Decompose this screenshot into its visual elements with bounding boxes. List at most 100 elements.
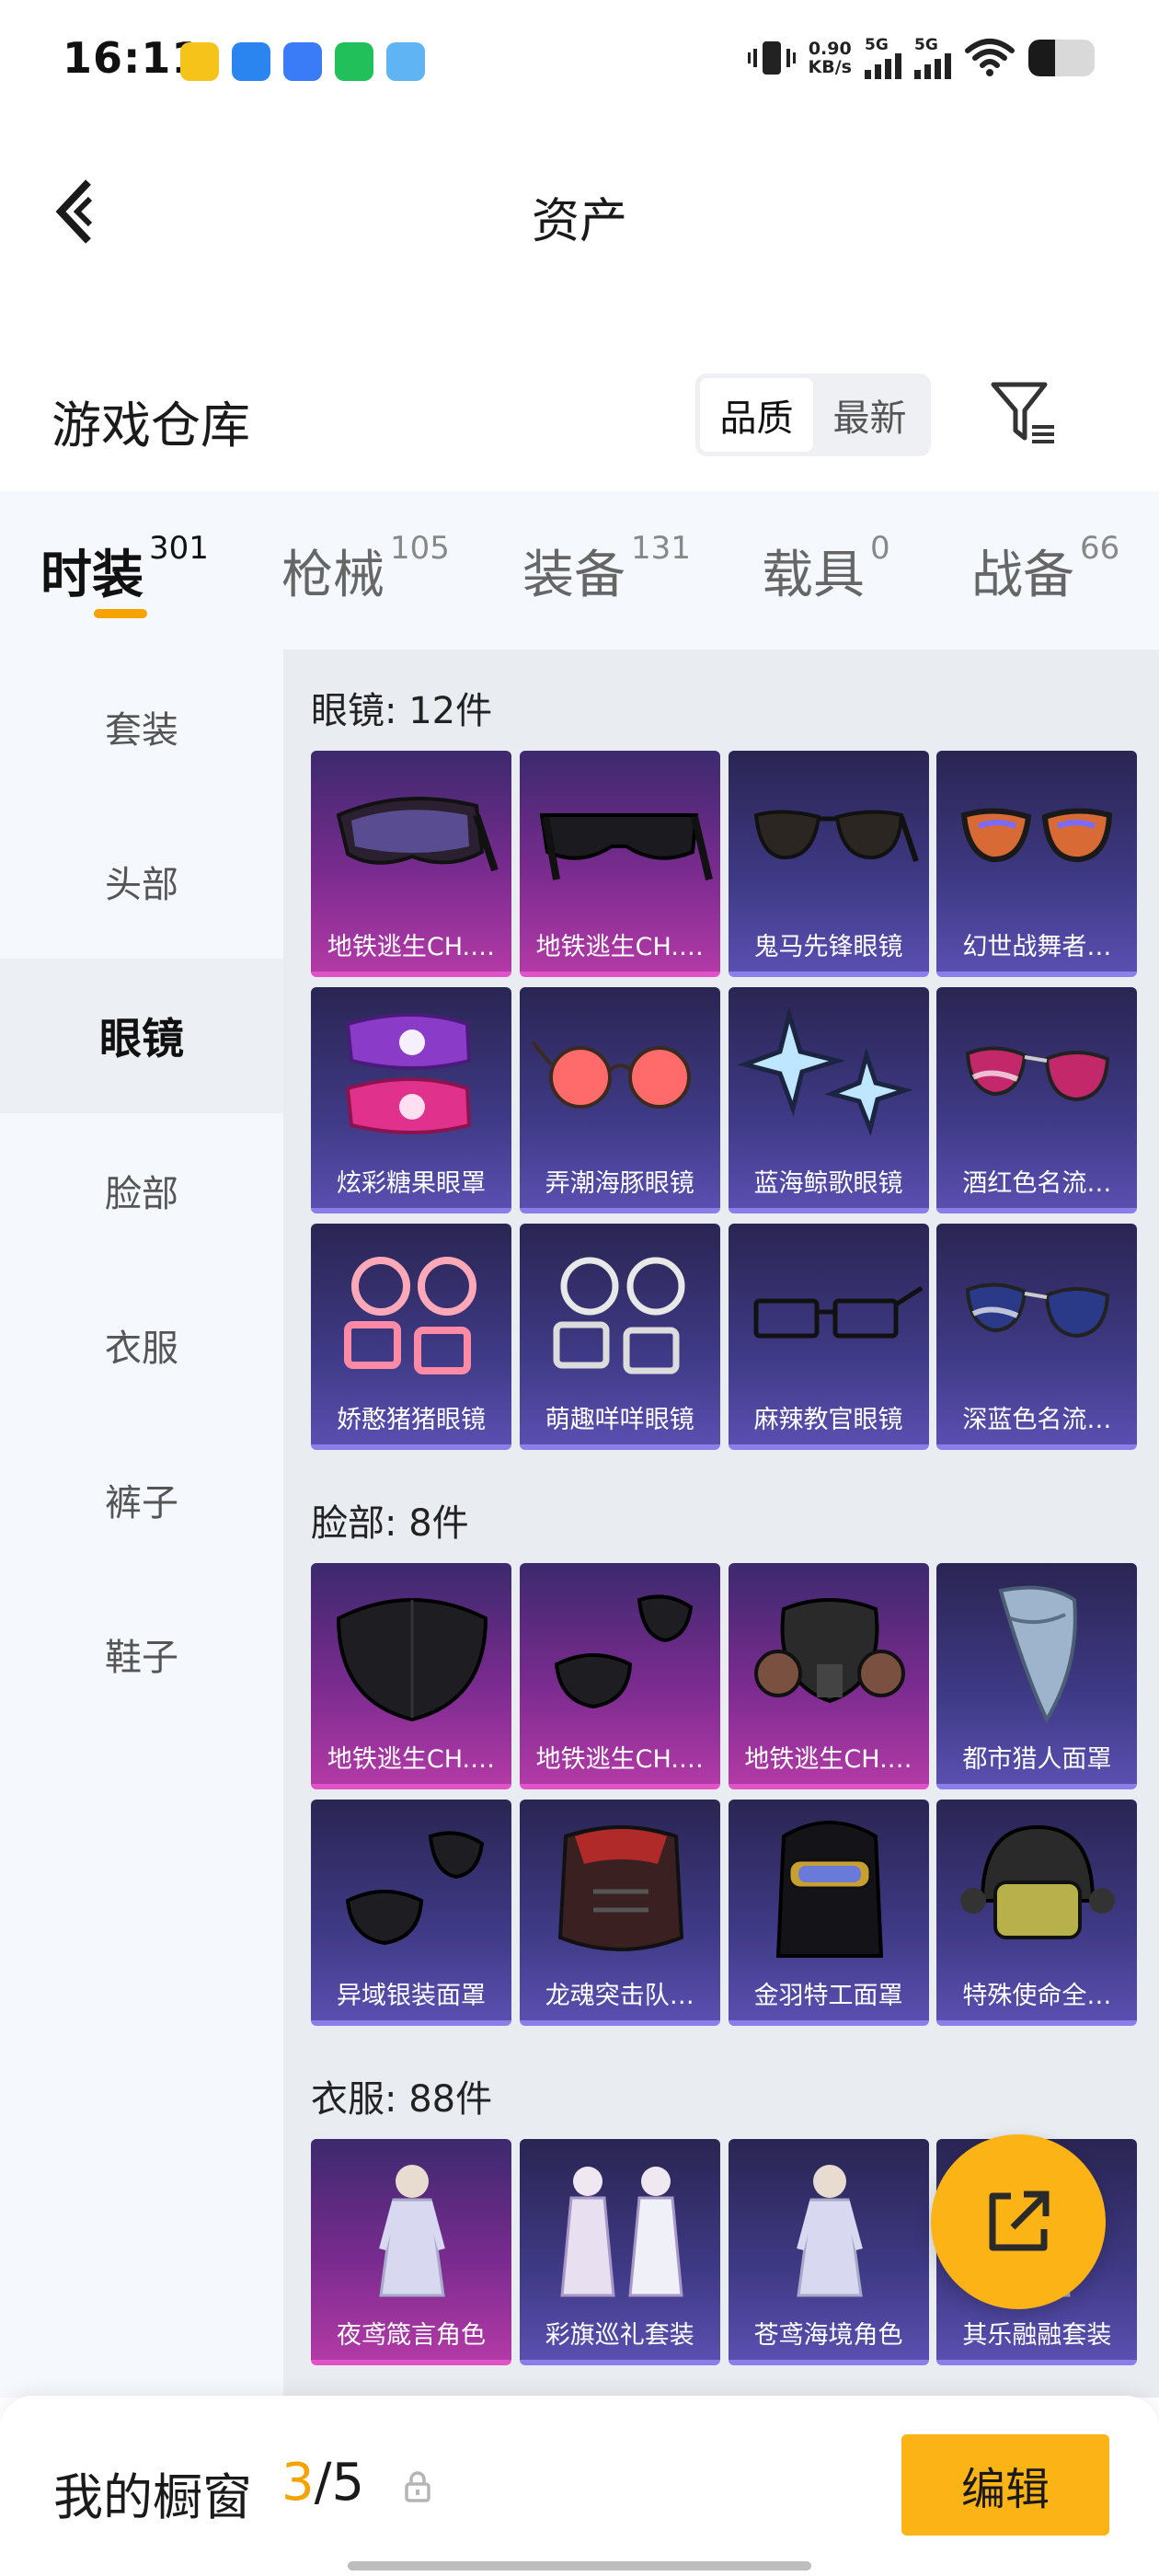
lock-icon <box>405 2471 430 2502</box>
item-card[interactable]: 蓝海鲸歌眼镜 <box>728 987 929 1213</box>
signal-bars-icon <box>914 53 951 79</box>
edit-button[interactable]: 编辑 <box>901 2434 1109 2536</box>
item-name: 酒红色名流… <box>962 1169 1112 1198</box>
item-name: 鬼马先锋眼镜 <box>753 933 903 961</box>
photo-app-icon <box>386 42 425 81</box>
item-thumbnail <box>343 1257 476 1374</box>
sort-toggle: 品质 最新 <box>695 374 931 456</box>
item-thumbnail <box>998 1585 1078 1724</box>
home-indicator <box>348 2561 811 2570</box>
item-card[interactable]: 地铁逃生CH.… <box>519 1563 720 1789</box>
item-name: 地铁逃生CH.… <box>744 1745 912 1774</box>
network-speed-value: 0.90 <box>808 39 852 59</box>
item-card[interactable]: 地铁逃生CH.… <box>519 751 720 977</box>
filter-button[interactable] <box>988 377 1061 451</box>
item-thumbnail <box>796 2165 863 2297</box>
item-name: 异域银装面罩 <box>336 1982 486 2010</box>
status-indicators: 0.90 KB/s 5G 5G <box>747 37 1095 79</box>
item-card[interactable]: 地铁逃生CH.… <box>310 751 511 977</box>
sidebar-item-head[interactable]: 头部 <box>0 804 283 959</box>
showcase-bar: 我的橱窗 3/5 编辑 <box>0 2396 1159 2576</box>
showcase-label: 我的橱窗 <box>53 2468 252 2526</box>
item-name: 其乐融融套装 <box>962 2321 1112 2350</box>
tab-equipment[interactable]: 装备 131 <box>522 530 691 608</box>
item-name: 麻辣教官眼镜 <box>753 1406 903 1434</box>
item-card[interactable]: 苍鸢海境角色 <box>728 2139 929 2365</box>
sidebar-item-shoes[interactable]: 鞋子 <box>0 1577 283 1731</box>
showcase-current: 3 <box>281 2453 315 2513</box>
item-thumbnail <box>553 1257 685 1374</box>
item-thumbnail <box>557 1825 683 1951</box>
tab-label: 载具 <box>762 546 865 605</box>
wifi-icon <box>965 39 1015 76</box>
chat-app-icon <box>283 42 322 81</box>
item-card[interactable]: 酒红色名流… <box>936 987 1138 1213</box>
item-card[interactable]: 地铁逃生CH.… <box>310 1563 511 1789</box>
item-card[interactable]: 炫彩糖果眼罩 <box>310 987 511 1213</box>
item-name: 娇憨猪猪眼镜 <box>336 1406 486 1434</box>
item-card[interactable]: 幻世战舞者… <box>936 751 1138 977</box>
item-card[interactable]: 夜鸢箴言角色 <box>310 2139 511 2365</box>
tab-count: 131 <box>631 530 691 567</box>
status-bar: 16:11 0.90 KB/s 5G 5G <box>0 0 1159 125</box>
section-title: 衣服: 88件 <box>311 2078 493 2121</box>
item-name: 龙魂突击队… <box>545 1982 694 2010</box>
sort-option-newest[interactable]: 最新 <box>813 378 926 452</box>
signal-sim1: 5G <box>865 37 901 79</box>
tab-label: 枪械 <box>281 546 384 605</box>
share-button[interactable] <box>931 2134 1106 2309</box>
item-name: 炫彩糖果眼罩 <box>336 1169 486 1198</box>
item-card[interactable]: 地铁逃生CH.… <box>728 1563 929 1789</box>
item-name: 都市猎人面罩 <box>962 1745 1112 1774</box>
item-thumbnail <box>379 2165 445 2297</box>
item-thumbnail <box>336 1598 488 1722</box>
item-card[interactable]: 萌趣咩咩眼镜 <box>519 1224 720 1450</box>
item-card[interactable]: 麻辣教官眼镜 <box>728 1224 929 1450</box>
item-thumbnail <box>539 813 713 880</box>
sidebar-item-face[interactable]: 脸部 <box>0 1113 283 1268</box>
item-card[interactable]: 弄潮海豚眼镜 <box>519 987 720 1213</box>
item-name: 地铁逃生CH.… <box>327 933 496 961</box>
status-app-icons <box>180 42 425 81</box>
sidebar-item-clothes[interactable]: 衣服 <box>0 1268 283 1422</box>
blue-app-icon <box>232 42 270 81</box>
tab-count: 0 <box>870 530 890 567</box>
item-thumbnail <box>560 2167 683 2297</box>
warehouse-title: 游戏仓库 <box>52 397 250 454</box>
item-thumbnail <box>961 808 1113 863</box>
network-speed: 0.90 KB/s <box>809 40 852 76</box>
tab-fashion[interactable]: 时装 301 <box>40 530 209 608</box>
item-name: 彩旗巡礼套装 <box>545 2321 694 2350</box>
sidebar-item-suits[interactable]: 套装 <box>0 650 283 804</box>
item-name: 深蓝色名流… <box>962 1406 1112 1434</box>
tab-supplies[interactable]: 战备 66 <box>971 530 1119 608</box>
item-thumbnail <box>966 1282 1110 1339</box>
item-card[interactable]: 彩旗巡礼套装 <box>519 2139 720 2365</box>
item-card[interactable]: 娇憨猪猪眼镜 <box>310 1224 511 1450</box>
item-card[interactable]: 异域银装面罩 <box>310 1800 511 2026</box>
item-name: 地铁逃生CH.… <box>535 1745 704 1774</box>
item-card[interactable]: 金羽特工面罩 <box>728 1800 929 2026</box>
item-thumbnail <box>966 1046 1110 1102</box>
tab-count: 105 <box>390 530 450 567</box>
sidebar-item-glasses[interactable]: 眼镜 <box>0 959 283 1113</box>
item-name: 蓝海鲸歌眼镜 <box>753 1169 903 1198</box>
item-card[interactable]: 特殊使命全… <box>936 1800 1138 2026</box>
sidebar-item-pants[interactable]: 裤子 <box>0 1422 283 1577</box>
item-thumbnail <box>753 810 919 862</box>
sort-option-quality[interactable]: 品质 <box>700 378 813 452</box>
item-card[interactable]: 深蓝色名流… <box>936 1224 1138 1450</box>
showcase-total: /5 <box>314 2453 365 2513</box>
item-card[interactable]: 鬼马先锋眼镜 <box>728 751 929 977</box>
tab-firearms[interactable]: 枪械 105 <box>281 530 450 608</box>
item-card[interactable]: 都市猎人面罩 <box>936 1563 1138 1789</box>
item-thumbnail <box>737 1006 913 1137</box>
item-card[interactable]: 龙魂突击队… <box>519 1800 720 2026</box>
tab-vehicles[interactable]: 载具 0 <box>762 530 890 608</box>
item-thumbnail <box>753 1598 905 1704</box>
section-title: 眼镜: 12件 <box>311 690 493 732</box>
tab-label: 装备 <box>522 546 625 605</box>
network-speed-unit: KB/s <box>808 57 852 77</box>
item-name: 苍鸢海境角色 <box>753 2321 903 2350</box>
showcase-count: 3/5 <box>281 2453 364 2513</box>
